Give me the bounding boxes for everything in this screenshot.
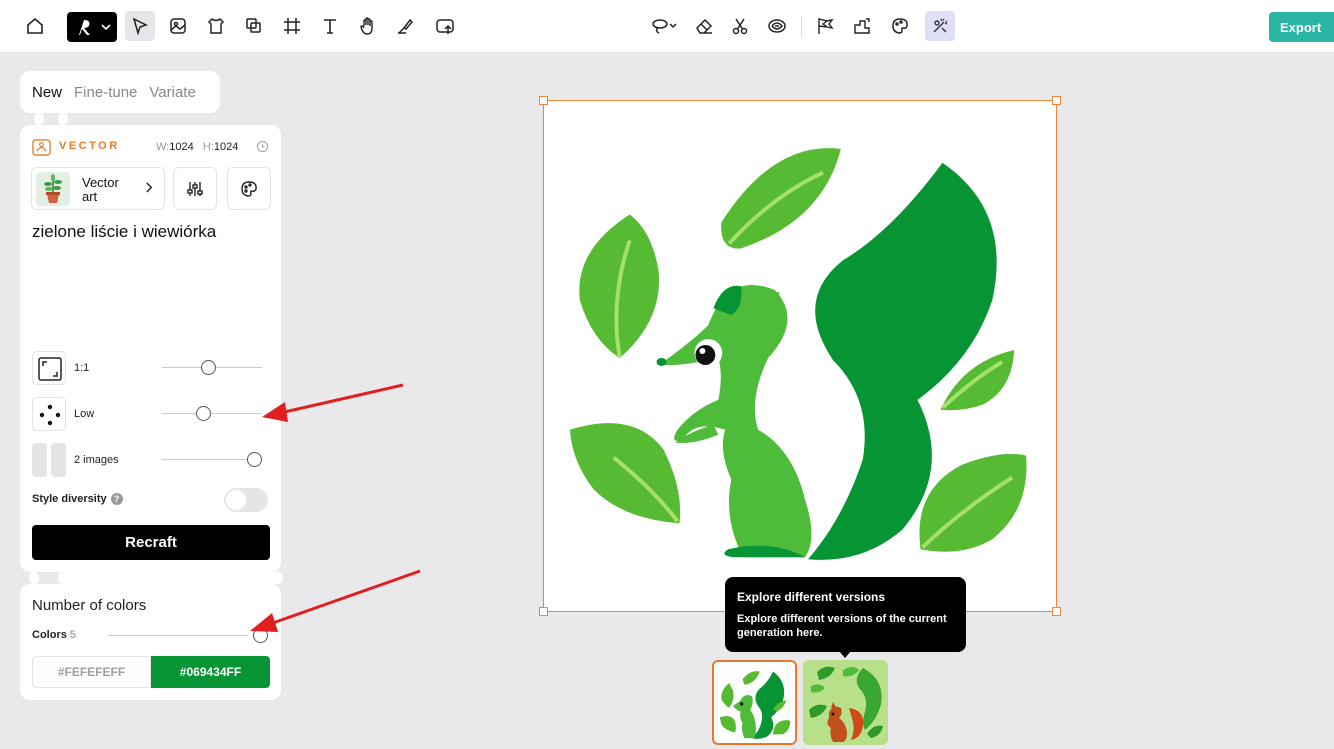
annotation-arrow [269, 569, 421, 626]
explore-tooltip: Explore different versions Explore diffe… [725, 577, 966, 652]
squirrel-thumbnail [803, 660, 888, 745]
arrowhead [262, 402, 288, 422]
resize-handle[interactable] [1052, 96, 1061, 105]
tooltip-title: Explore different versions [737, 590, 886, 604]
resize-handle[interactable] [539, 607, 548, 616]
version-thumbnail[interactable] [712, 660, 797, 745]
squirrel-leaves-illustration [569, 148, 1027, 560]
arrowhead [250, 613, 278, 632]
squirrel-thumbnail [719, 671, 791, 739]
canvas-image[interactable] [539, 96, 1061, 616]
version-thumbnail[interactable] [803, 660, 888, 745]
annotation-arrow [279, 383, 404, 415]
tooltip-pointer [839, 651, 851, 658]
tooltip-body: Explore different versions of the curren… [737, 613, 947, 639]
resize-handle[interactable] [1052, 607, 1061, 616]
resize-handle[interactable] [539, 96, 548, 105]
